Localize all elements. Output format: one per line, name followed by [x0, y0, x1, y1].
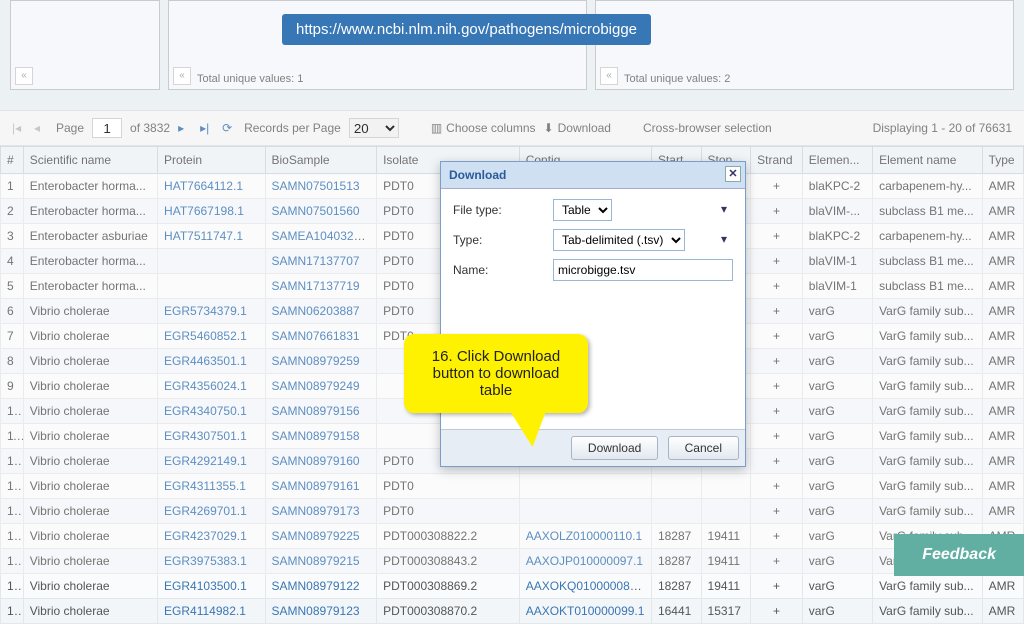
name-label: Name: — [453, 263, 553, 277]
table-row[interactable]: 16Vibrio choleraeEGR3975383.1SAMN0897921… — [1, 549, 1024, 574]
right-facet-panel: « Total unique values: 2 — [595, 0, 1014, 90]
cell-link[interactable]: HAT7664112.1 — [164, 179, 243, 193]
instruction-callout: 16. Click Download button to download ta… — [404, 334, 588, 413]
cell-link[interactable]: HAT7511747.1 — [164, 229, 243, 243]
cell-link[interactable]: EGR4114982.1 — [164, 604, 246, 618]
chevron-left-icon[interactable]: « — [173, 67, 191, 85]
table-row[interactable]: 13Vibrio choleraeEGR4311355.1SAMN0897916… — [1, 474, 1024, 499]
next-page-icon[interactable]: ▸ — [178, 121, 192, 135]
prev-page-icon[interactable]: ◂ — [34, 121, 48, 135]
cell-link[interactable]: SAMN08979215 — [272, 554, 360, 568]
cell-link[interactable]: EGR4340750.1 — [164, 404, 247, 418]
cell-link[interactable]: EGR4307501.1 — [164, 429, 247, 443]
page-input[interactable] — [92, 118, 122, 138]
column-header[interactable]: # — [1, 147, 24, 174]
cell-link[interactable]: HAT7667198.1 — [164, 204, 244, 218]
table-row[interactable]: 18Vibrio choleraeEGR4114982.1SAMN0897912… — [1, 599, 1024, 624]
download-dialog: Download ✕ File type: Table Type: Tab-de… — [440, 161, 746, 467]
cell-link[interactable]: SAMN08979122 — [272, 579, 360, 593]
file-type-label: File type: — [453, 203, 553, 217]
cell-link[interactable]: SAMN07501513 — [272, 179, 360, 193]
feedback-button[interactable]: Feedback — [894, 534, 1024, 576]
column-header[interactable]: BioSample — [265, 147, 377, 174]
cell-link[interactable]: SAMN08979156 — [272, 404, 360, 418]
cell-link[interactable]: SAMN08979225 — [272, 529, 360, 543]
column-header[interactable]: Scientific name — [23, 147, 157, 174]
cell-link[interactable]: EGR4103500.1 — [164, 579, 247, 593]
cell-link[interactable]: SAMN08979259 — [272, 354, 360, 368]
cell-link[interactable]: SAMN08979123 — [272, 604, 360, 618]
cell-link[interactable]: SAMN06203887 — [272, 304, 360, 318]
grid-toolbar: |◂ ◂ Page of 3832 ▸ ▸| ⟳ Records per Pag… — [0, 110, 1024, 146]
column-header[interactable]: Elemen... — [802, 147, 872, 174]
dialog-cancel-button[interactable]: Cancel — [668, 436, 739, 460]
cell-link[interactable]: AAXOKT010000099.1 — [526, 604, 645, 618]
cell-link[interactable]: SAMN08979173 — [272, 504, 360, 518]
cell-link[interactable]: EGR4311355.1 — [164, 479, 246, 493]
chevron-left-icon[interactable]: « — [15, 67, 33, 85]
displaying-label: Displaying 1 - 20 of 76631 — [873, 121, 1012, 135]
cell-link[interactable]: EGR5460852.1 — [164, 329, 247, 343]
dialog-download-button[interactable]: Download — [571, 436, 658, 460]
cell-link[interactable]: SAMN08979158 — [272, 429, 360, 443]
download-button[interactable]: ⬇ Download — [544, 121, 611, 135]
last-page-icon[interactable]: ▸| — [200, 121, 214, 135]
table-row[interactable]: 17Vibrio choleraeEGR4103500.1SAMN0897912… — [1, 574, 1024, 599]
page-of-label: of 3832 — [130, 121, 170, 135]
unique-values-left: Total unique values: 1 — [197, 73, 303, 85]
cell-link[interactable]: SAMN08979160 — [272, 454, 360, 468]
cell-link[interactable]: SAMEA1040323... — [272, 229, 371, 243]
column-header[interactable]: Element name — [873, 147, 983, 174]
unique-values-right: Total unique values: 2 — [624, 73, 730, 85]
type-label: Type: — [453, 233, 553, 247]
cell-link[interactable]: EGR4292149.1 — [164, 454, 247, 468]
rpp-label: Records per Page — [244, 121, 341, 135]
cell-link[interactable]: EGR4463501.1 — [164, 354, 247, 368]
name-input[interactable] — [553, 259, 733, 281]
rpp-select[interactable]: 20 — [349, 118, 399, 138]
close-icon[interactable]: ✕ — [725, 166, 741, 182]
column-header[interactable]: Strand — [751, 147, 803, 174]
table-row[interactable]: 15Vibrio choleraeEGR4237029.1SAMN0897922… — [1, 524, 1024, 549]
cell-link[interactable]: SAMN07661831 — [272, 329, 360, 343]
cell-link[interactable]: EGR4237029.1 — [164, 529, 247, 543]
column-header[interactable]: Type — [982, 147, 1023, 174]
cell-link[interactable]: EGR3975383.1 — [164, 554, 247, 568]
cell-link[interactable]: SAMN17137719 — [272, 279, 360, 293]
cell-link[interactable]: SAMN08979249 — [272, 379, 360, 393]
chevron-left-icon[interactable]: « — [600, 67, 618, 85]
cell-link[interactable]: EGR5734379.1 — [164, 304, 247, 318]
left-facet-panel: « — [10, 0, 160, 90]
cell-link[interactable]: AAXOJP010000097.1 — [526, 554, 643, 568]
cell-link[interactable]: SAMN17137707 — [272, 254, 360, 268]
cell-link[interactable]: AAXOKQ010000089.1 — [526, 579, 647, 593]
cross-browser-link[interactable]: Cross-browser selection — [643, 121, 772, 135]
table-row[interactable]: 14Vibrio choleraeEGR4269701.1SAMN0897917… — [1, 499, 1024, 524]
column-header[interactable]: Protein — [158, 147, 265, 174]
type-select[interactable]: Tab-delimited (.tsv) — [553, 229, 685, 251]
refresh-icon[interactable]: ⟳ — [222, 121, 236, 135]
first-page-icon[interactable]: |◂ — [12, 121, 26, 135]
choose-columns-button[interactable]: ▥ Choose columns — [431, 121, 536, 135]
cell-link[interactable]: SAMN07501560 — [272, 204, 360, 218]
dialog-title: Download ✕ — [441, 162, 745, 189]
cell-link[interactable]: AAXOLZ010000110.1 — [526, 529, 643, 543]
cell-link[interactable]: EGR4356024.1 — [164, 379, 247, 393]
page-label: Page — [56, 121, 84, 135]
url-banner: https://www.ncbi.nlm.nih.gov/pathogens/m… — [282, 14, 651, 45]
cell-link[interactable]: SAMN08979161 — [272, 479, 360, 493]
cell-link[interactable]: EGR4269701.1 — [164, 504, 247, 518]
file-type-select[interactable]: Table — [553, 199, 612, 221]
